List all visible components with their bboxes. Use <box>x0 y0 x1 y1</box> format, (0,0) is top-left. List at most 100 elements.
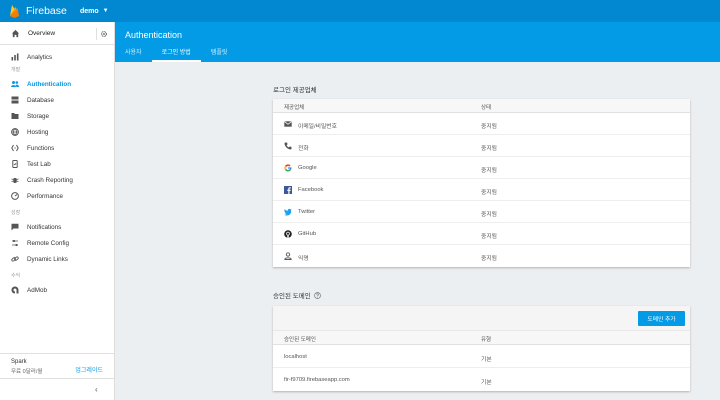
provider-name: 전화 <box>298 146 309 152</box>
provider-row-phone[interactable]: 전화 중지됨 <box>273 135 690 157</box>
sidebar-item-label: Notifications <box>27 223 62 231</box>
provider-status: 중지됨 <box>481 124 497 130</box>
home-icon <box>11 29 20 37</box>
column-header-provider: 제공업체 <box>284 105 305 111</box>
section-earn-title: 수익 <box>11 273 21 279</box>
github-icon <box>284 230 292 238</box>
provider-row-anonymous[interactable]: 익명 중지됨 <box>273 245 690 267</box>
remote-config-icon <box>12 239 18 247</box>
providers-table-header: 제공업체 상태 <box>273 99 690 113</box>
collapse-sidebar-button[interactable]: ‹ <box>0 378 114 400</box>
plan-panel: Spark 무료 0달러/월 업그레이드 <box>0 353 114 378</box>
tab-users[interactable]: 사용자 <box>115 46 152 62</box>
sidebar-item-database[interactable]: Database <box>0 92 114 108</box>
sidebar-item-authentication[interactable]: Authentication <box>0 76 114 92</box>
provider-name: GitHub <box>298 231 317 237</box>
domain-name: localhost <box>284 354 307 360</box>
upgrade-link[interactable]: 업그레이드 <box>75 365 103 374</box>
provider-row-github[interactable]: GitHub 중지됨 <box>273 223 690 245</box>
provider-name: 이메일/비밀번호 <box>298 124 337 130</box>
overview-label: Overview <box>28 29 56 37</box>
sidebar-item-admob[interactable]: AdMob <box>0 282 114 298</box>
provider-name: 익명 <box>298 256 309 262</box>
add-domain-button[interactable]: 도메인 추가 <box>638 311 685 326</box>
storage-icon <box>11 113 19 119</box>
database-icon <box>11 96 19 104</box>
sidebar-item-analytics[interactable]: Analytics <box>0 49 114 65</box>
overview-link[interactable]: Overview <box>0 22 114 45</box>
sidebar-item-label: AdMob <box>27 286 47 294</box>
provider-row-email[interactable]: 이메일/비밀번호 중지됨 <box>273 113 690 135</box>
help-icon[interactable] <box>313 291 321 299</box>
provider-row-facebook[interactable]: Facebook 중지됨 <box>273 179 690 201</box>
provider-name: Facebook <box>298 187 324 193</box>
sidebar-item-performance[interactable]: Performance <box>0 188 114 204</box>
providers-card: 제공업체 상태 이메일/비밀번호 중지됨 전화 중지됨 Google 중지됨 F… <box>273 99 690 267</box>
facebook-icon <box>284 186 292 194</box>
twitter-icon <box>284 208 292 216</box>
anonymous-icon <box>284 252 292 260</box>
domains-section-header: 승인된 도메인 <box>273 290 321 300</box>
sidebar-item-label: Analytics <box>27 53 53 61</box>
sidebar-item-crash-reporting[interactable]: Crash Reporting <box>0 172 114 188</box>
tab-sign-in-method[interactable]: 로그인 방법 <box>151 46 202 62</box>
bug-icon <box>11 178 19 183</box>
provider-name: Twitter <box>298 209 316 215</box>
sidebar-item-storage[interactable]: Storage <box>0 108 114 124</box>
column-header-status: 상태 <box>481 105 492 111</box>
domains-card: 도메인 추가 승인된 도메인 유형 localhost 기본 fir-f9709… <box>273 306 690 391</box>
domains-table-header: 승인된 도메인 유형 <box>273 331 690 345</box>
gear-icon[interactable] <box>96 28 108 40</box>
firebase-logo-icon <box>10 5 19 18</box>
sidebar-item-label: Database <box>27 96 54 104</box>
sidebar-item-label: Crash Reporting <box>27 176 73 184</box>
project-name: demo <box>80 7 99 15</box>
sidebar-item-label: Hosting <box>27 128 49 136</box>
app-name: Firebase <box>26 5 67 17</box>
sidebar-item-label: Performance <box>27 192 64 200</box>
page-title: Authentication <box>125 30 183 40</box>
sidebar-item-hosting[interactable]: Hosting <box>0 124 114 140</box>
provider-row-google[interactable]: Google 중지됨 <box>273 157 690 179</box>
sidebar-item-label: Remote Config <box>27 239 69 247</box>
provider-status: 중지됨 <box>481 168 497 174</box>
providers-section-title: 로그인 제공업체 <box>273 87 317 94</box>
domain-name: fir-f9709.firebaseapp.com <box>284 377 350 383</box>
provider-status: 중지됨 <box>481 234 497 240</box>
sidebar-item-label: Test Lab <box>27 160 51 168</box>
hosting-icon <box>11 128 19 136</box>
performance-icon <box>11 192 19 200</box>
sidebar-item-functions[interactable]: Functions <box>0 140 114 156</box>
project-selector[interactable]: demo ▼ <box>80 8 109 15</box>
tab-bar: 사용자 로그인 방법 템플릿 <box>115 46 237 62</box>
people-icon <box>11 81 19 87</box>
domain-type: 기본 <box>481 380 492 386</box>
column-header-type: 유형 <box>481 337 492 343</box>
chat-icon <box>11 223 19 231</box>
domain-row[interactable]: localhost 기본 <box>273 345 690 368</box>
page-header: Authentication 사용자 로그인 방법 템플릿 <box>115 22 720 62</box>
provider-name: Google <box>298 165 317 171</box>
sidebar-item-label: Functions <box>27 144 55 152</box>
mail-icon <box>284 121 292 127</box>
domain-row[interactable]: fir-f9709.firebaseapp.com 기본 <box>273 368 690 391</box>
provider-status: 중지됨 <box>481 212 497 218</box>
provider-status: 중지됨 <box>481 256 497 262</box>
sidebar-item-dynamic-links[interactable]: Dynamic Links <box>0 251 114 267</box>
domains-section-title: 승인된 도메인 <box>273 293 311 300</box>
tab-templates[interactable]: 템플릿 <box>201 46 238 62</box>
testlab-icon <box>12 160 18 168</box>
column-header-domain: 승인된 도메인 <box>284 337 316 343</box>
domains-toolbar: 도메인 추가 <box>273 306 690 331</box>
section-grow-title: 성장 <box>11 210 21 216</box>
phone-icon <box>284 142 292 150</box>
sidebar-item-remote-config[interactable]: Remote Config <box>0 235 114 251</box>
sidebar-item-label: Storage <box>27 112 50 120</box>
sidebar-item-notifications[interactable]: Notifications <box>0 219 114 235</box>
provider-row-twitter[interactable]: Twitter 중지됨 <box>273 201 690 223</box>
sidebar-item-testlab[interactable]: Test Lab <box>0 156 114 172</box>
chevron-down-icon: ▼ <box>102 8 109 14</box>
admob-icon <box>11 286 19 294</box>
domain-type: 기본 <box>481 357 492 363</box>
section-develop-title: 개발 <box>11 67 21 73</box>
